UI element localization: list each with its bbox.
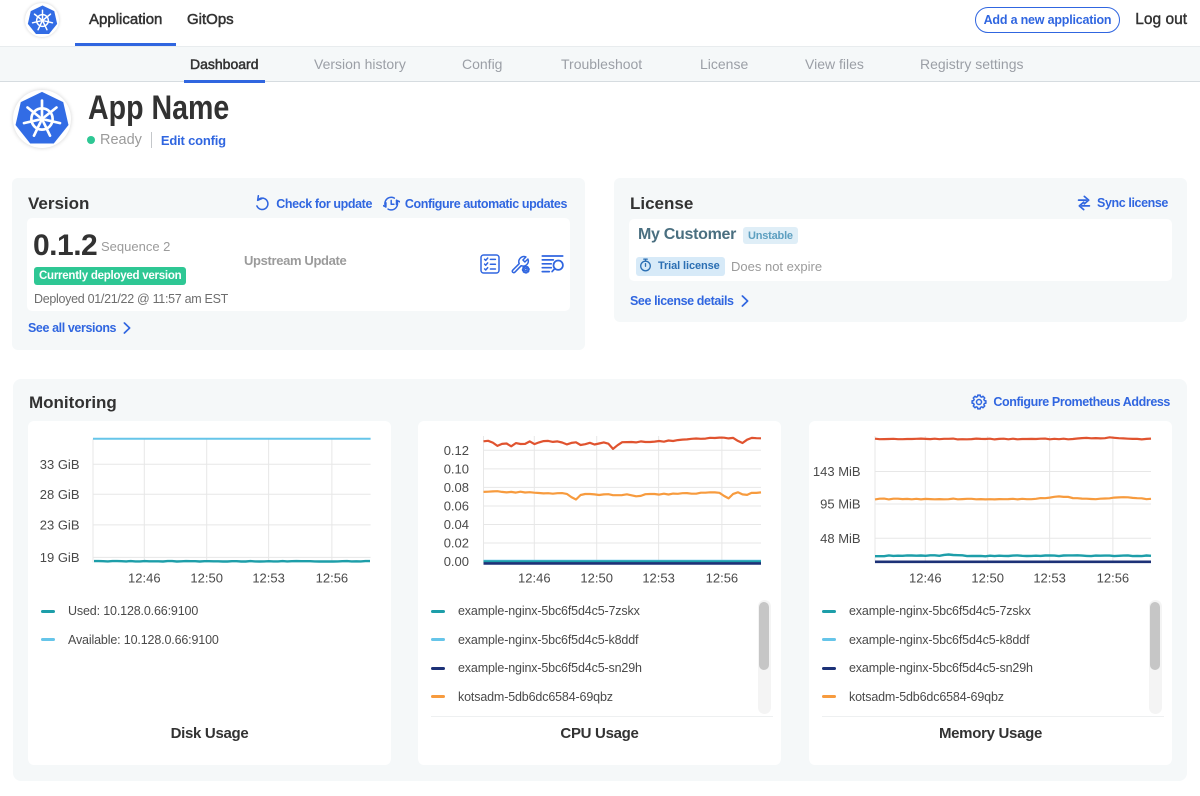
svg-text:0.00: 0.00	[444, 554, 469, 569]
svg-text:12:50: 12:50	[580, 571, 613, 586]
svg-text:12:53: 12:53	[252, 571, 285, 586]
svg-text:95 MiB: 95 MiB	[820, 497, 860, 512]
svg-text:12:56: 12:56	[316, 571, 349, 586]
svg-text:28 GiB: 28 GiB	[40, 487, 80, 502]
svg-text:12:56: 12:56	[706, 571, 739, 586]
svg-text:12:53: 12:53	[1033, 571, 1066, 586]
svg-text:0.08: 0.08	[444, 480, 469, 495]
svg-text:0.02: 0.02	[444, 536, 469, 551]
svg-text:12:56: 12:56	[1097, 571, 1130, 586]
svg-text:143 MiB: 143 MiB	[813, 464, 861, 479]
svg-text:12:50: 12:50	[971, 571, 1004, 586]
svg-text:0.10: 0.10	[444, 461, 469, 476]
svg-text:0.12: 0.12	[444, 443, 469, 458]
svg-text:0.06: 0.06	[444, 499, 469, 514]
svg-text:0.04: 0.04	[444, 517, 469, 532]
svg-text:12:46: 12:46	[128, 571, 161, 586]
svg-text:12:46: 12:46	[518, 571, 551, 586]
svg-text:33 GiB: 33 GiB	[40, 457, 80, 472]
svg-text:12:53: 12:53	[642, 571, 675, 586]
svg-text:23 GiB: 23 GiB	[40, 517, 80, 532]
svg-text:19 GiB: 19 GiB	[40, 550, 80, 565]
svg-text:12:46: 12:46	[909, 571, 942, 586]
svg-text:48 MiB: 48 MiB	[820, 531, 860, 546]
svg-text:12:50: 12:50	[190, 571, 223, 586]
